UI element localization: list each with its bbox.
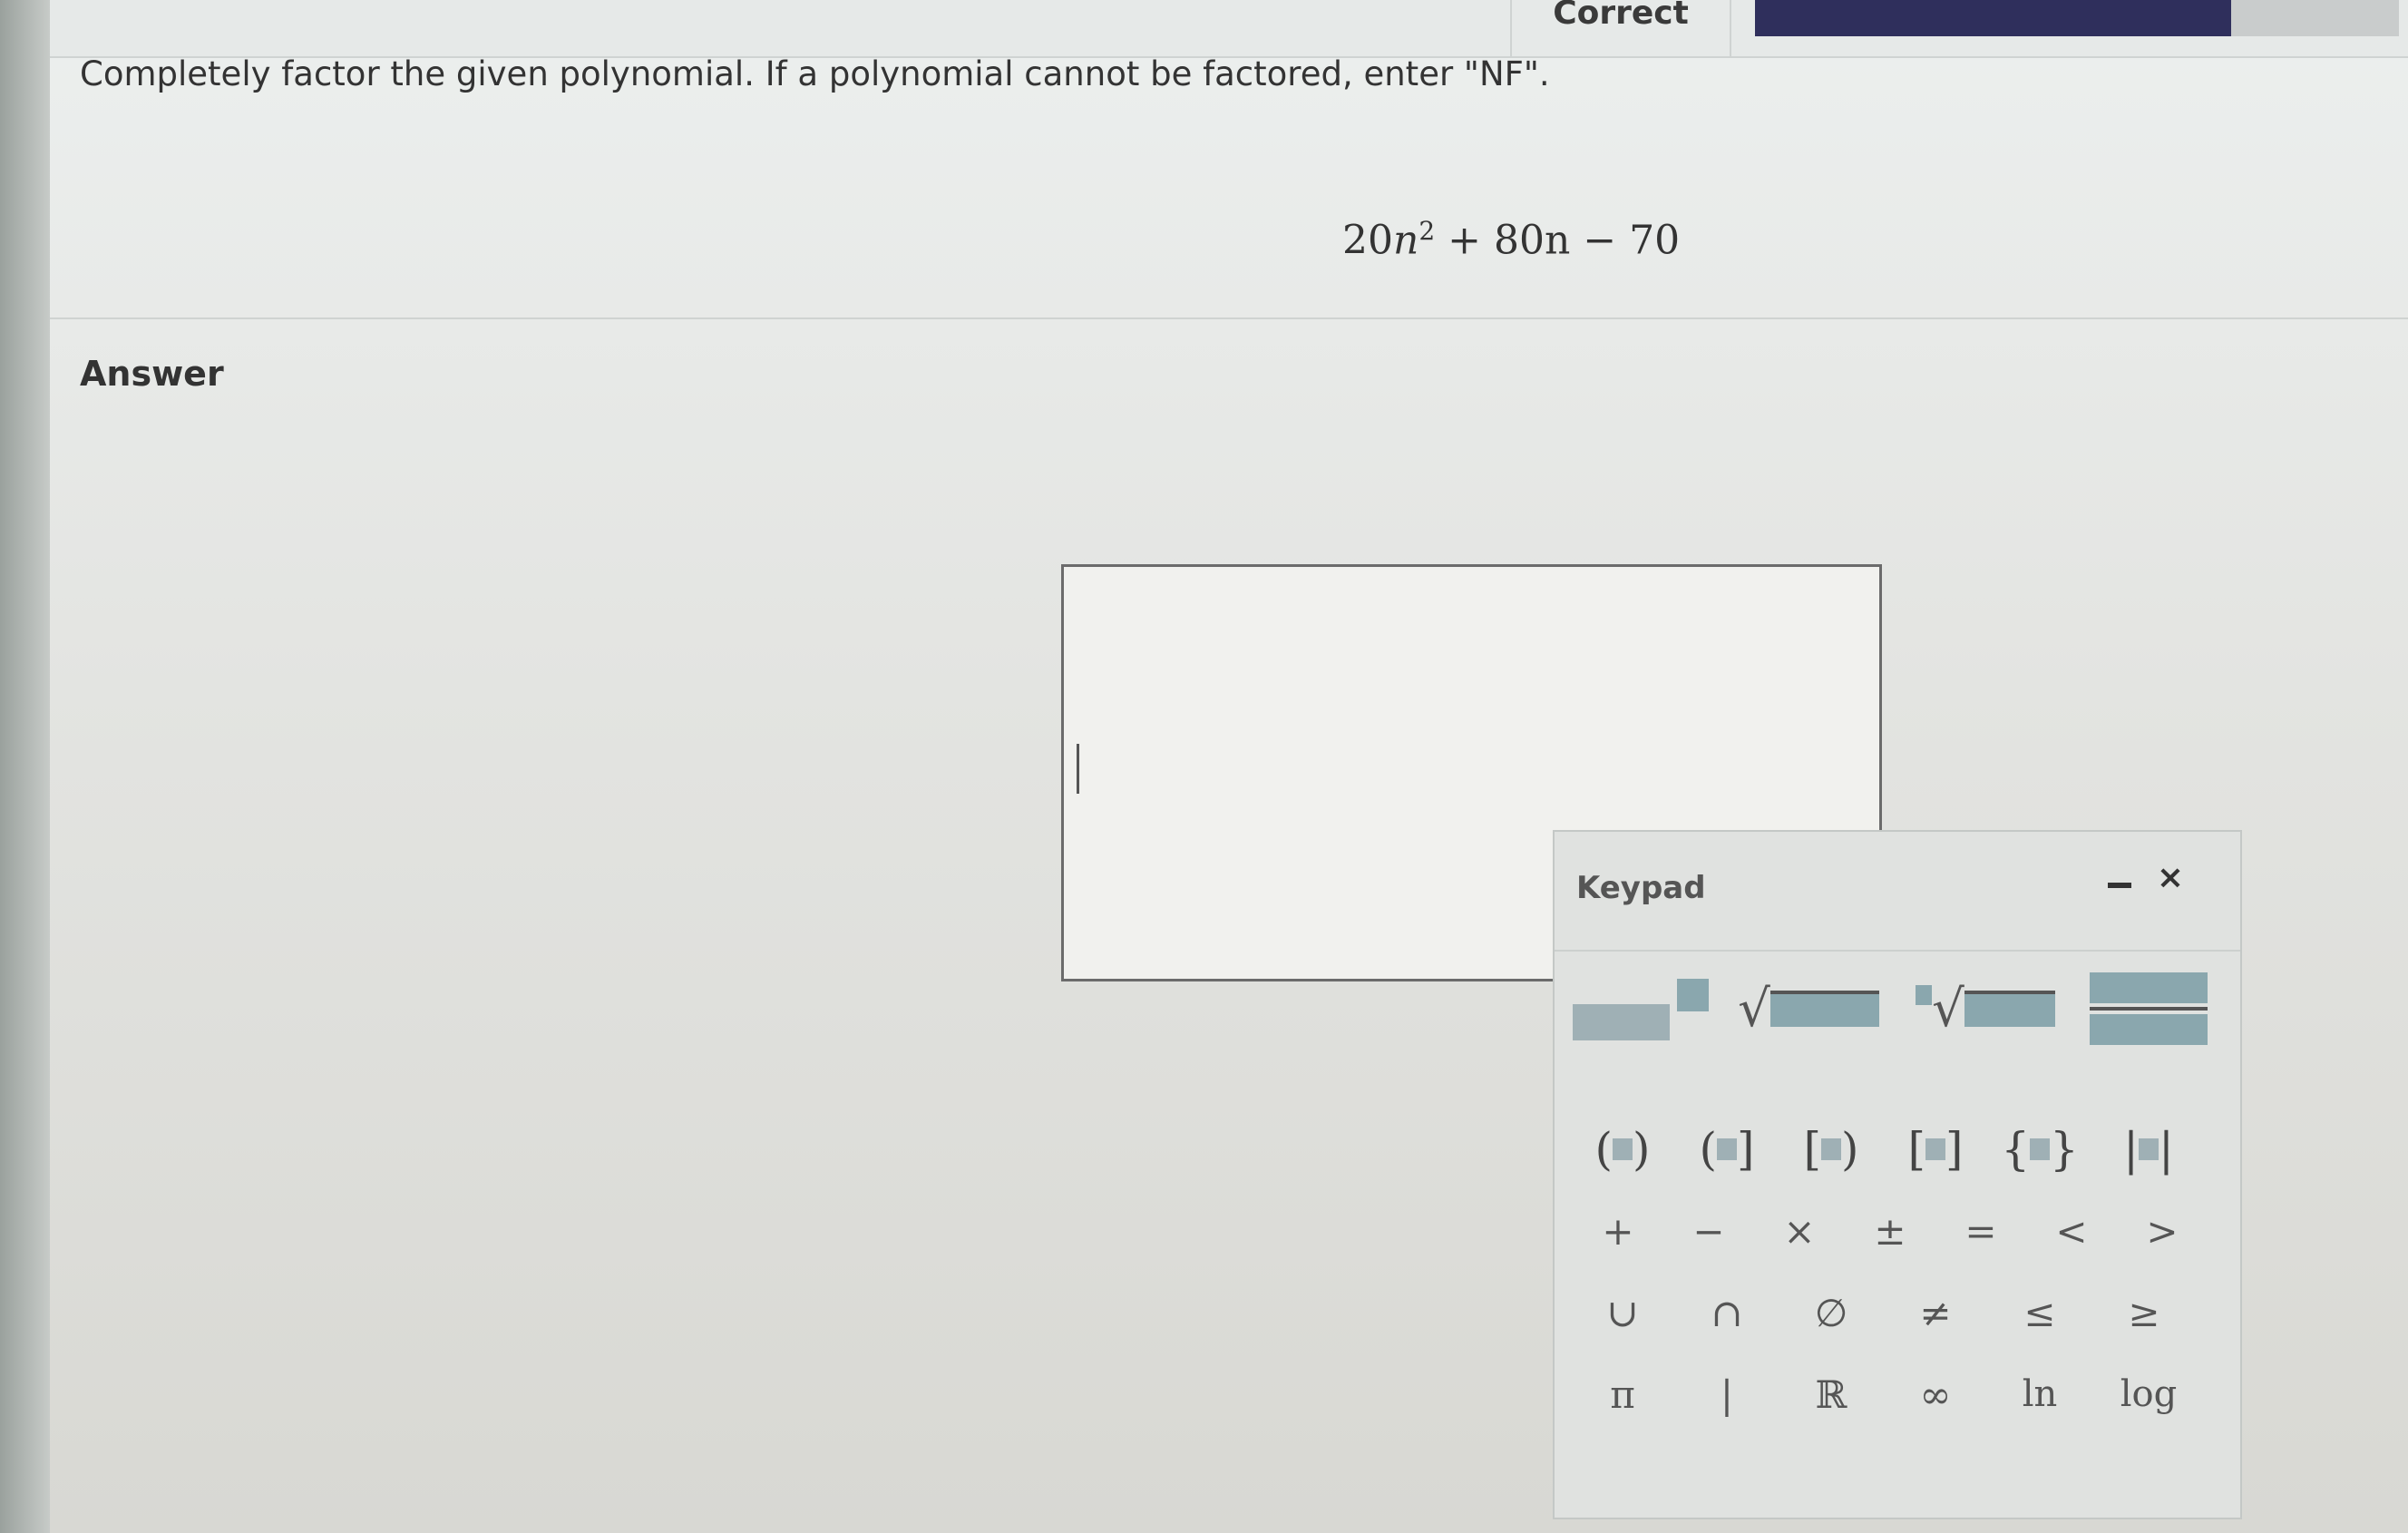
left-glyph: ( [1699,1123,1717,1176]
base-placeholder [1573,1004,1670,1040]
right-glyph: | [2159,1123,2174,1176]
numerator-placeholder [2090,972,2208,1004]
slot-placeholder [1925,1138,1945,1160]
fraction-bar [2090,1007,2208,1011]
slot-placeholder [1821,1138,1841,1160]
pi-button[interactable]: π [1591,1358,1654,1430]
term-variable: n [1393,217,1419,264]
slot-placeholder [2139,1138,2159,1160]
polynomial-expression: 20n2 + 80n − 70 [1342,216,1680,264]
plus-button[interactable]: + [1591,1195,1645,1267]
left-glyph: [ [1907,1123,1925,1176]
union-button[interactable]: ∪ [1591,1276,1654,1349]
section-divider [50,317,2408,319]
infinity-button[interactable]: ∞ [1904,1358,1967,1430]
slot-placeholder [1613,1138,1633,1160]
less-than-button[interactable]: < [2044,1195,2099,1267]
radical-icon: √ [1932,979,1964,1039]
curly-brace-button[interactable]: {} [1990,1113,2090,1186]
radical-icon: √ [1738,979,1770,1039]
intersection-button[interactable]: ∩ [1695,1276,1759,1349]
close-button[interactable]: × [2157,859,2184,896]
bracket-paren-button[interactable]: [) [1781,1113,1881,1186]
slot-placeholder [2030,1138,2050,1160]
text-caret [1077,744,1079,794]
square-bracket-button[interactable]: [] [1886,1113,1985,1186]
empty-set-button[interactable]: ∅ [1799,1276,1863,1349]
minimize-button[interactable] [2108,883,2131,888]
question-prompt: Completely factor the given polynomial. … [80,54,1550,93]
keypad-row-brackets: () (] [) [] {} | | [1555,1113,2240,1195]
open-paren-button[interactable]: () [1573,1113,1672,1186]
slot-placeholder [1717,1138,1737,1160]
pipe-button[interactable]: | [1695,1358,1759,1430]
keypad-header: Keypad × [1555,832,2240,952]
term-exponent: 2 [1418,216,1436,246]
right-glyph: ) [1633,1123,1651,1176]
radicand-placeholder [1964,991,2055,1027]
times-button[interactable]: × [1772,1195,1827,1267]
term-coefficient: 20 [1342,217,1393,264]
progress-fill [1755,0,2232,36]
not-equal-button[interactable]: ≠ [1904,1276,1967,1349]
expression-rest: + 80n − 70 [1448,217,1681,264]
ln-button[interactable]: ln [2003,1358,2076,1430]
right-glyph: } [2050,1123,2079,1176]
nth-root-button[interactable]: √ [1904,972,2067,1045]
answer-label: Answer [80,354,224,394]
keypad-title: Keypad [1576,870,1706,906]
left-glyph: ( [1594,1123,1613,1176]
exponent-placeholder [1676,979,1709,1011]
plus-minus-button[interactable]: ± [1863,1195,1917,1267]
log-button[interactable]: log [2103,1358,2194,1430]
status-text: Correct [1553,0,1689,32]
reals-button[interactable]: ℝ [1799,1358,1863,1430]
right-glyph: ] [1945,1123,1964,1176]
exponent-button[interactable] [1573,972,1709,1045]
progress-bar [1755,0,2399,36]
minus-button[interactable]: − [1682,1195,1736,1267]
paren-bracket-button[interactable]: (] [1677,1113,1777,1186]
less-equal-button[interactable]: ≤ [2008,1276,2072,1349]
index-placeholder [1916,985,1933,1005]
left-glyph: [ [1803,1123,1821,1176]
greater-than-button[interactable]: > [2135,1195,2189,1267]
denominator-placeholder [2090,1013,2208,1045]
keypad-panel: Keypad × √ √ () (] [) [] {} | | + − ×… [1553,830,2242,1519]
keypad-row-templates: √ √ [1555,972,2240,1054]
keypad-row-misc: π | ℝ ∞ ln log [1555,1358,2240,1440]
right-glyph: ) [1841,1123,1859,1176]
keypad-row-operators: + − × ± = < > [1555,1195,2240,1276]
radicand-placeholder [1769,991,1879,1027]
equals-button[interactable]: = [1954,1195,2008,1267]
fraction-button[interactable] [2081,972,2217,1045]
right-glyph: ] [1737,1123,1755,1176]
absolute-value-button[interactable]: | | [2099,1113,2198,1186]
square-root-button[interactable]: √ [1727,972,1890,1045]
keypad-row-sets: ∪ ∩ ∅ ≠ ≤ ≥ [1555,1276,2240,1358]
greater-equal-button[interactable]: ≥ [2112,1276,2176,1349]
status-indicator: Correct [1510,0,1731,56]
left-glyph: { [2001,1123,2030,1176]
left-glyph: | [2123,1123,2139,1176]
left-edge [0,0,50,1533]
